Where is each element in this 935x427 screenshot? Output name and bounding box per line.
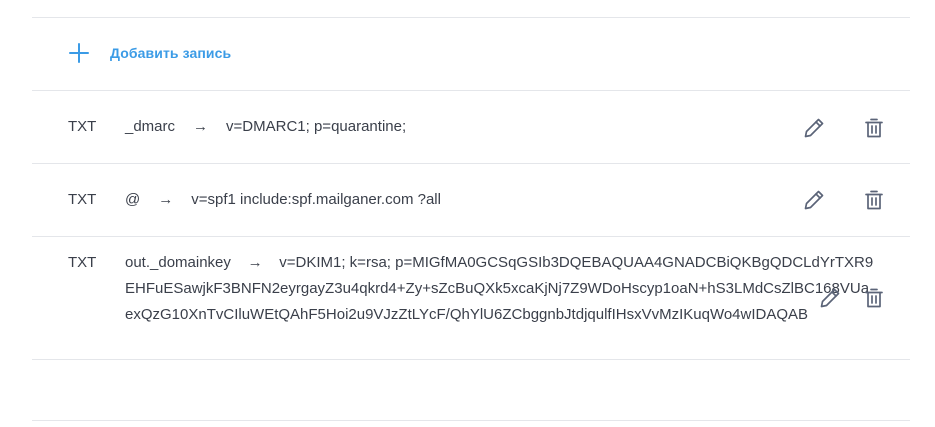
add-record-label: Добавить запись	[110, 45, 232, 61]
edit-record-button[interactable]	[802, 188, 826, 212]
delete-record-button[interactable]	[862, 188, 886, 212]
divider-bottom	[32, 420, 910, 421]
record-name: @	[125, 191, 141, 208]
edit-record-button[interactable]	[818, 286, 842, 310]
record-type: TXT	[68, 118, 97, 135]
record-name: _dmarc	[125, 118, 176, 135]
record-value: v=spf1 include:spf.mailganer.com ?all	[191, 191, 441, 208]
dns-record-row: TXT _dmarc → v=DMARC1; p=quarantine;	[68, 114, 406, 140]
dns-record-row: TXT @ → v=spf1 include:spf.mailganer.com…	[68, 187, 441, 213]
record-name: out._domainkey	[125, 254, 231, 271]
pencil-icon	[804, 190, 824, 210]
arrow-icon: →	[247, 254, 263, 271]
add-record-button[interactable]: Добавить запись	[68, 42, 231, 64]
dns-record-row: TXT out._domainkey → v=DKIM1; k=rsa; p=M…	[68, 250, 877, 328]
trash-icon	[865, 288, 883, 308]
divider	[32, 163, 910, 164]
arrow-icon: →	[158, 191, 174, 208]
delete-record-button[interactable]	[862, 116, 886, 140]
pencil-icon	[820, 288, 840, 308]
trash-icon	[865, 190, 883, 210]
record-type: TXT	[68, 191, 97, 208]
arrow-icon: →	[193, 118, 209, 135]
trash-icon	[865, 118, 883, 138]
record-value: v=DMARC1; p=quarantine;	[226, 118, 407, 135]
delete-record-button[interactable]	[862, 286, 886, 310]
record-value: out._domainkey → v=DKIM1; k=rsa; p=MIGfM…	[125, 250, 877, 328]
divider	[32, 359, 910, 360]
edit-record-button[interactable]	[802, 116, 826, 140]
divider	[32, 90, 910, 91]
divider	[32, 236, 910, 237]
divider-top	[32, 17, 910, 18]
plus-icon	[68, 42, 90, 64]
record-type: TXT	[68, 254, 97, 271]
pencil-icon	[804, 118, 824, 138]
